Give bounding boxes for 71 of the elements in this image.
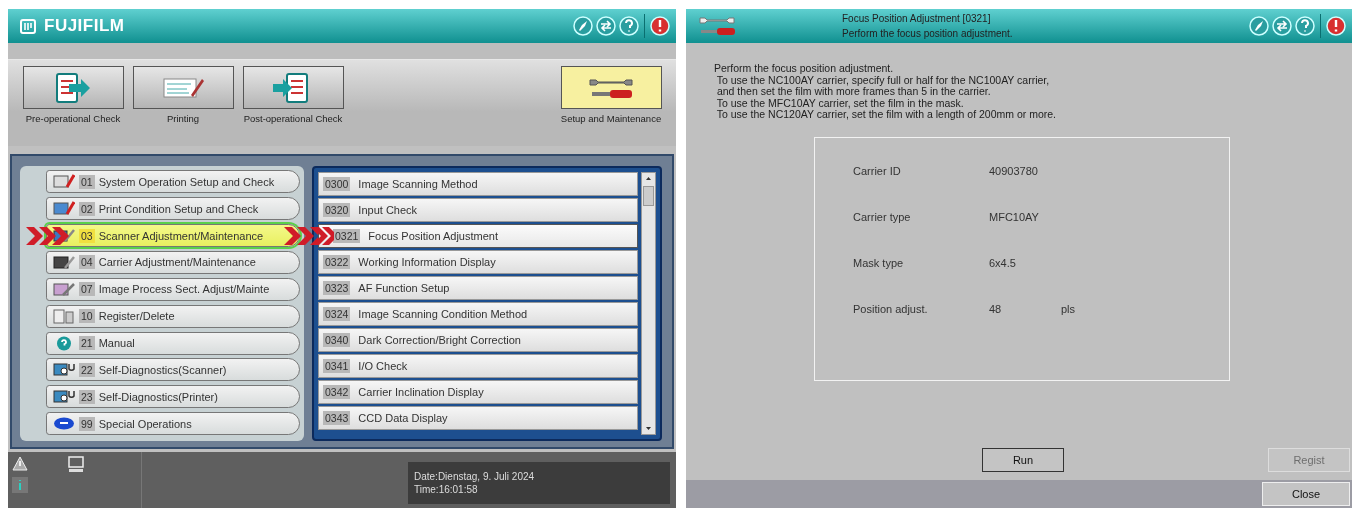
toolbar-button[interactable] (242, 66, 344, 109)
category-item[interactable]: 10 Register/Delete (46, 304, 300, 328)
run-button[interactable]: Run (982, 448, 1064, 472)
alert-icon[interactable] (650, 16, 670, 36)
function-item[interactable]: 0342 Carrier Inclination Display (318, 380, 638, 404)
instruction-text: Perform the focus position adjustment. (714, 63, 895, 75)
category-item[interactable]: 07 Image Process Sect. Adjust/Mainte (46, 277, 300, 301)
function-item[interactable]: 0322 Working Information Display (318, 250, 638, 274)
field-label: Position adjust. (853, 302, 929, 315)
date-text: Date:Dienstag, 9. Juli 2024 (414, 471, 536, 482)
category-item[interactable]: 21 Manual (46, 331, 300, 355)
field-label: Mask type (853, 256, 905, 269)
magnifier-stethoscope-icon (53, 388, 75, 406)
swap-arrows-icon[interactable] (1272, 16, 1292, 36)
toolbar-label: Pre-operational Check (25, 113, 121, 124)
chevron-arrows-icon (26, 225, 71, 246)
computer-icon (68, 456, 84, 474)
instruction-text: and then set the film with more frames than 5 in the carrier. (715, 86, 992, 98)
function-item[interactable]: 0320 Input Check (318, 198, 638, 222)
wrench-screwdriver-icon (698, 14, 738, 38)
toolbar-button[interactable] (132, 66, 234, 109)
monitor-wrench-icon (53, 227, 75, 245)
toolbar-label: Printing (166, 113, 200, 124)
function-item[interactable]: 0321 Focus Position Adjustment (318, 224, 638, 248)
magnifier-stethoscope-icon (53, 361, 75, 379)
category-item[interactable]: 22 Self-Diagnostics(Scanner) (46, 358, 300, 382)
document-trash-icon (53, 307, 75, 325)
time-text: Time:16:01:58 (414, 484, 479, 495)
category-item[interactable]: 23 Self-Diagnostics(Printer) (46, 385, 300, 409)
screen-pencil-icon (53, 200, 75, 218)
alert-icon[interactable] (1326, 16, 1346, 36)
function-item[interactable]: 0300 Image Scanning Method (318, 172, 638, 196)
field-value: 48 (989, 302, 1003, 315)
logo-icon (20, 18, 36, 34)
monitor-wrench-icon (53, 253, 75, 271)
swap-arrows-icon[interactable] (596, 16, 616, 36)
function-item[interactable]: 0341 I/O Check (318, 354, 638, 378)
instruction-text: To use the NC100AY carrier, specify full or half for the NC100AY carrier, (715, 74, 1051, 86)
scrollbar[interactable] (641, 172, 656, 435)
dialog-subtitle: Perform the focus position adjustment. (842, 28, 1013, 39)
function-item[interactable]: 0343 CCD Data Display (318, 406, 638, 430)
toolbar-button[interactable] (22, 66, 124, 109)
category-item[interactable]: 04 Carrier Adjustment/Maintenance (46, 250, 300, 274)
toolbar-label: Setup and Maintenance (560, 113, 662, 124)
function-item[interactable]: 0323 AF Function Setup (318, 276, 638, 300)
scrollbar-thumb[interactable] (643, 186, 654, 206)
screen-pencil-icon (53, 173, 75, 191)
function-item[interactable]: 0340 Dark Correction/Bright Correction (318, 328, 638, 352)
category-item[interactable]: 02 Print Condition Setup and Check (46, 197, 300, 221)
field-value: 6x4.5 (989, 256, 1017, 269)
unit-label: pls (1061, 302, 1077, 315)
function-item[interactable]: 0324 Image Scanning Condition Method (318, 302, 638, 326)
field-value: MFC10AY (989, 210, 1040, 223)
category-item[interactable]: 99 Special Operations (46, 412, 300, 436)
brand-name: FUJIFILM (44, 16, 125, 36)
screen-wrench-icon (53, 280, 75, 298)
info-icon (12, 477, 28, 493)
field-label: Carrier type (853, 210, 912, 223)
field-value: 40903780 (989, 164, 1039, 177)
dialog-title: Focus Position Adjustment [0321] (842, 13, 992, 24)
toolbar-button[interactable] (560, 66, 662, 109)
help-icon[interactable] (1295, 16, 1315, 36)
warning-icon (12, 456, 28, 471)
close-button[interactable]: Close (1262, 482, 1350, 506)
instruction-text: To use the MFC10AY carrier, set the film in the mask. (715, 97, 965, 109)
toolbar-label: Post-operational Check (243, 113, 343, 124)
instruction-text: To use the NC120AY carrier, set the film with a length of 200mm or more. (715, 109, 1057, 121)
category-item[interactable]: 03 Scanner Adjustment/Maintenance (46, 224, 300, 248)
help-icon[interactable] (619, 16, 639, 36)
field-label: Carrier ID (853, 164, 902, 177)
category-item[interactable]: 01 System Operation Setup and Check (46, 170, 300, 194)
